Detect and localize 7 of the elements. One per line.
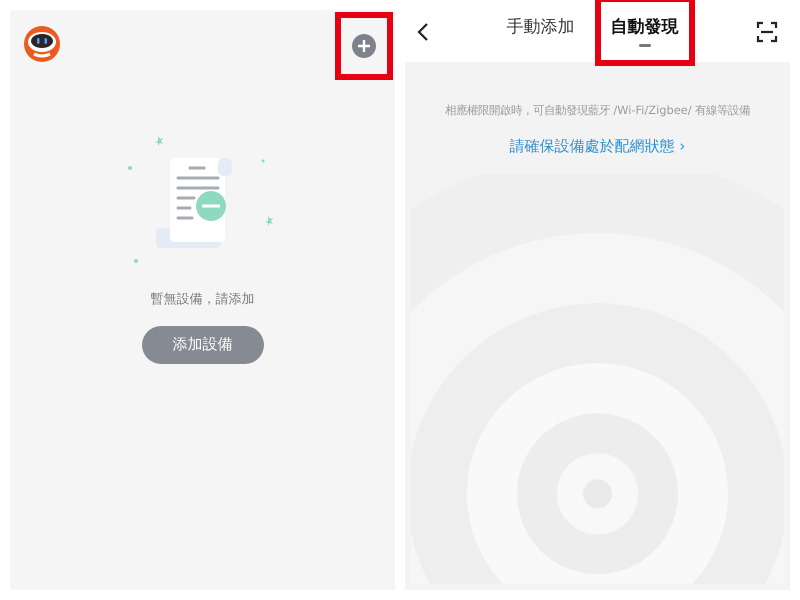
empty-message: 暫無設備，請添加 [150, 291, 254, 309]
tab[interactable]: 自動發現 [600, 2, 688, 60]
scan-icon[interactable] [756, 19, 778, 43]
add-button[interactable] [341, 18, 387, 74]
robot-avatar-icon[interactable] [24, 26, 60, 62]
permission-hint: 相應權限開啟時，可自動發現藍牙 /Wi-Fi/Zigbee/ 有線等設備 [444, 102, 750, 119]
plus-icon [352, 34, 376, 58]
